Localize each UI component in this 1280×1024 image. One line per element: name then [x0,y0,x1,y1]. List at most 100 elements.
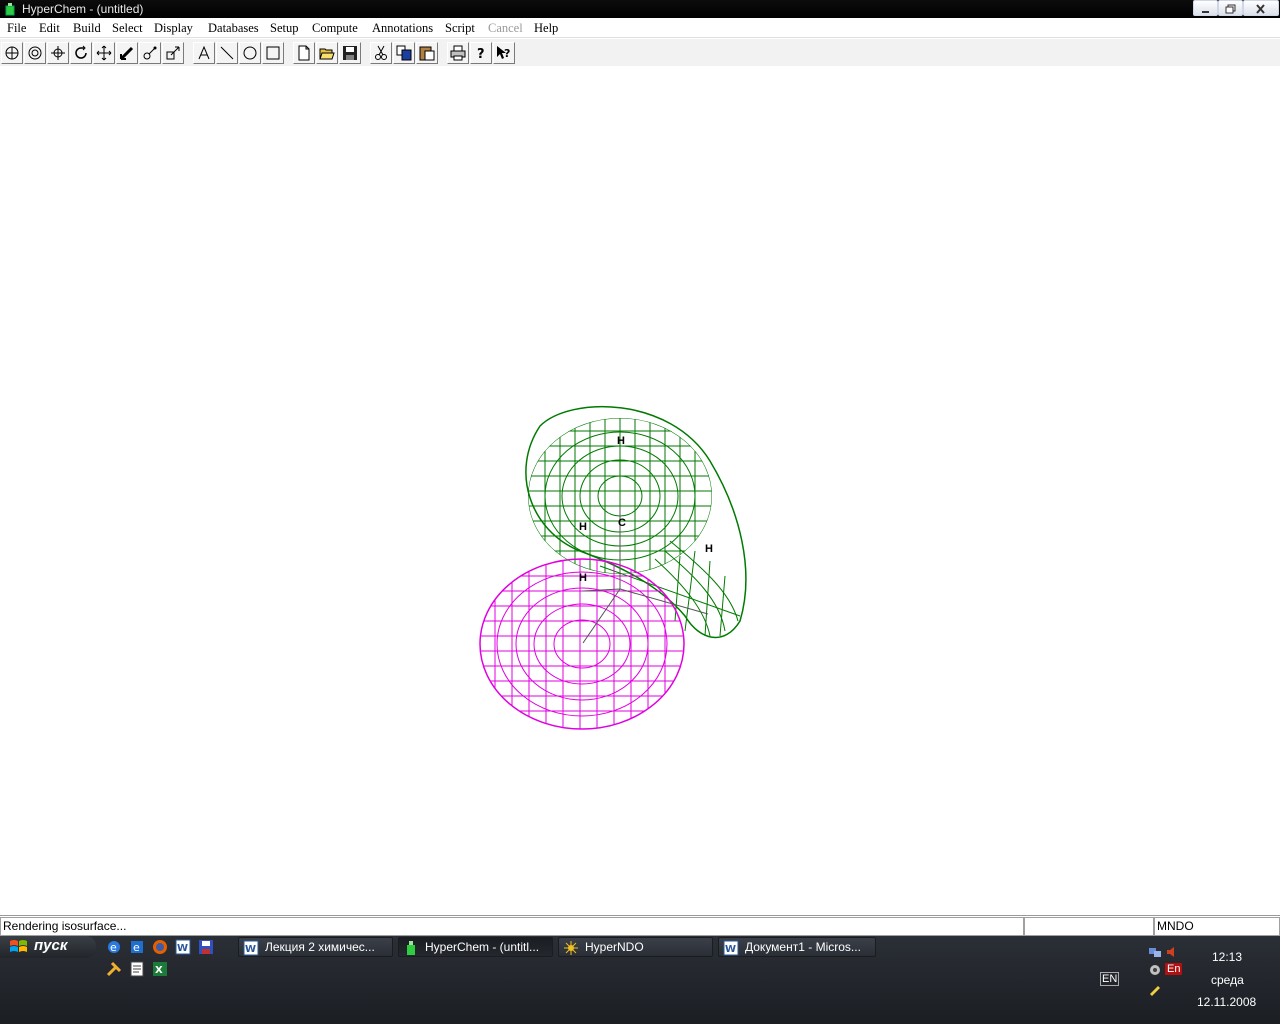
window-title: HyperChem - (untitled) [22,2,144,16]
start-button[interactable]: пуск [0,936,96,958]
clock-day: среда [1211,973,1244,987]
svg-text:e: e [133,941,140,954]
copy-button[interactable] [393,42,415,64]
save-file-button[interactable] [339,42,361,64]
settings-tray-icon[interactable] [1148,963,1162,977]
print-button[interactable] [447,42,469,64]
task-hyperchem[interactable]: HyperChem - (untitl... [398,937,553,957]
menu-build[interactable]: Build [73,20,101,36]
cut-icon [375,45,387,60]
menu-script[interactable]: Script [445,20,475,36]
print-icon [450,45,466,61]
language-indicator-en[interactable]: En [1165,963,1183,975]
paste-button[interactable] [416,42,438,64]
z-clip-button[interactable] [162,42,184,64]
ellipse-tool-button[interactable] [239,42,261,64]
atom-label-c: C [618,517,626,529]
draw-tool-button[interactable] [1,42,23,64]
excel-icon[interactable]: X [152,961,168,977]
svg-text:W: W [725,944,736,955]
floppy-icon[interactable] [198,939,214,955]
menu-annotations[interactable]: Annotations [372,20,433,36]
restore-icon [1225,4,1236,14]
atom-label-h1: H [617,435,625,447]
minimize-button[interactable] [1193,0,1218,16]
firefox-icon[interactable] [152,939,168,955]
translate-z-button[interactable] [116,42,138,64]
molecule-workspace[interactable]: H H C H H [0,66,1280,915]
translate-xy-button[interactable] [93,42,115,64]
ie-icon[interactable]: e [106,939,122,955]
notepad-icon[interactable] [129,961,145,977]
menu-display[interactable]: Display [154,20,193,36]
line-tool-button[interactable] [216,42,238,64]
open-file-icon [319,48,335,60]
rotate-z-button[interactable] [70,42,92,64]
svg-text:?: ? [504,47,510,60]
context-help-icon: ? [497,46,510,60]
language-indicator[interactable]: EN [1100,972,1120,986]
task-lecture-word[interactable]: W Лекция 2 химичес... [238,937,393,957]
close-icon [1256,4,1265,14]
taskbar: пуск e e W X W Лекция 2 химичес... Hyper… [0,936,1280,1024]
atom-label-h4: H [579,572,587,584]
menu-file[interactable]: File [7,20,26,36]
status-method: MNDO [1154,917,1280,936]
task-document1-word[interactable]: W Документ1 - Micros... [718,937,876,957]
cut-button[interactable] [370,42,392,64]
maximize-button[interactable] [1218,0,1243,16]
menu-databases[interactable]: Databases [208,20,259,36]
windows-logo-icon [10,940,27,952]
orbital-isosurface [479,405,747,730]
system-tray: EN En 12:13 среда 12.11.2008 [1090,936,1280,1024]
pen-tray-icon[interactable] [1148,982,1162,996]
network-icon[interactable] [1148,945,1162,959]
clock-time: 12:13 [1212,950,1243,964]
word-icon[interactable]: W [175,939,191,955]
volume-icon[interactable] [1165,945,1179,959]
minimize-icon [1202,11,1209,13]
task-label: Лекция 2 химичес... [265,940,375,954]
text-tool-icon [198,45,210,60]
start-label: пуск [34,937,68,954]
context-help-button[interactable]: ? [493,42,515,64]
z-clip-icon [166,46,180,60]
zoom-icon [143,46,157,60]
menu-compute[interactable]: Compute [312,20,358,36]
text-tool-button[interactable] [193,42,215,64]
new-file-icon [298,45,310,61]
positive-lobe [525,405,747,638]
help-icon: ? [477,47,485,61]
word-icon: W [723,940,739,956]
rectangle-tool-icon [266,46,280,60]
select-tool-button[interactable] [24,42,46,64]
draw-tool-icon [5,46,19,60]
atom-label-h2: H [579,521,587,533]
menu-help[interactable]: Help [534,20,558,36]
copy-icon [396,45,412,61]
toolbar: ? ? [0,39,1280,66]
atom-label-h3: H [705,543,713,555]
close-button[interactable] [1243,0,1279,16]
rotate-xy-button[interactable] [47,42,69,64]
svg-text:W: W [177,943,188,954]
hyperchem-app-icon [5,3,15,16]
open-file-button[interactable] [316,42,338,64]
menu-select[interactable]: Select [112,20,143,36]
menu-setup[interactable]: Setup [270,20,298,36]
help-button[interactable]: ? [470,42,492,64]
hyperchem-icon [407,941,415,955]
task-label: HyperNDO [585,940,644,954]
status-bar: Rendering isosurface... MNDO [0,915,1280,936]
zoom-button[interactable] [139,42,161,64]
ie-alt-icon[interactable]: e [129,939,145,955]
hyperndo-icon [564,941,578,955]
task-hyperndo[interactable]: HyperNDO [558,937,713,957]
menu-cancel: Cancel [488,21,523,35]
rotate-xy-icon [51,46,65,60]
new-file-button[interactable] [293,42,315,64]
rectangle-tool-button[interactable] [262,42,284,64]
tools-icon[interactable] [106,961,122,977]
menu-edit[interactable]: Edit [39,20,60,36]
translate-xy-icon [96,45,112,61]
